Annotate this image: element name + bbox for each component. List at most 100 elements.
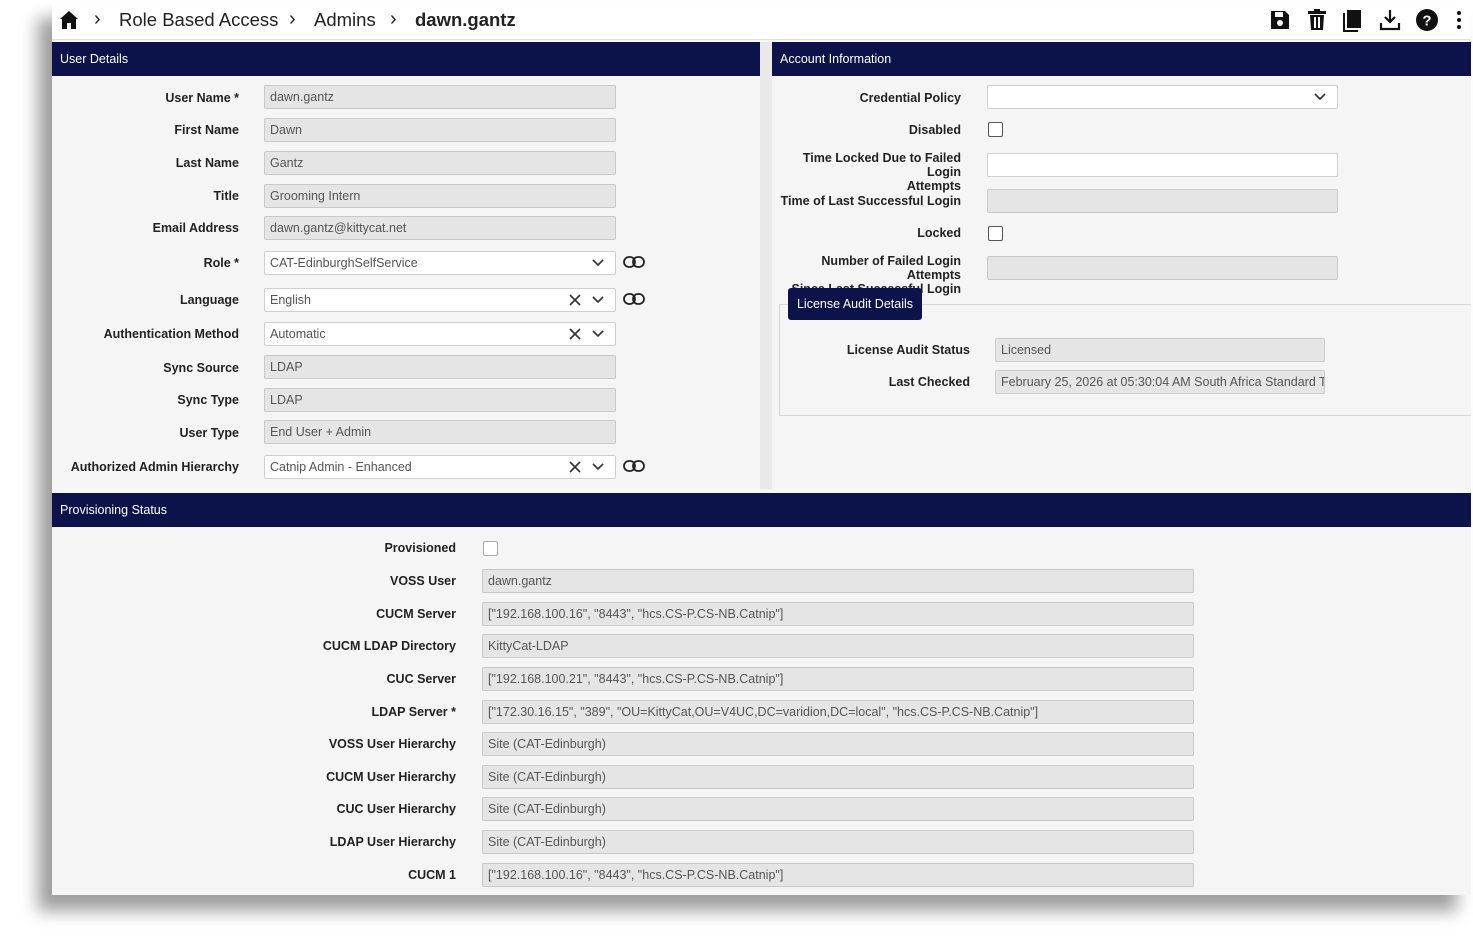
more-icon[interactable] [1452, 8, 1466, 32]
chevron-right-icon: › [390, 8, 397, 30]
sync-source-field[interactable]: LDAP [264, 355, 616, 379]
admin-hierarchy-label: Authorized Admin Hierarchy [70, 460, 239, 474]
clear-icon[interactable] [568, 460, 582, 474]
credential-policy-select[interactable] [987, 85, 1338, 109]
first-name-field[interactable]: Dawn [264, 118, 616, 142]
panel-divider [760, 42, 772, 489]
cucm-ldap-directory-label: CUCM LDAP Directory [322, 639, 456, 653]
link-icon[interactable] [623, 255, 645, 269]
user-name-label: User Name * [165, 91, 239, 105]
link-icon[interactable] [623, 459, 645, 473]
home-icon[interactable] [59, 10, 79, 30]
auth-method-select[interactable]: Automatic [264, 322, 616, 346]
role-label: Role * [203, 256, 239, 270]
cucm-user-hierarchy-label: CUCM User Hierarchy [326, 770, 456, 784]
last-name-label: Last Name [175, 156, 239, 170]
delete-icon[interactable] [1305, 8, 1329, 32]
admin-hierarchy-select[interactable]: Catnip Admin - Enhanced [264, 455, 616, 479]
last-name-field[interactable]: Gantz [264, 151, 616, 175]
language-value: English [270, 293, 311, 307]
cucm-ldap-directory-field[interactable]: KittyCat-LDAP [482, 634, 1194, 658]
cuc-server-label: CUC Server [386, 672, 456, 686]
failed-attempts-label-line1: Number of Failed Login Attempts [821, 254, 961, 282]
admin-hierarchy-value: Catnip Admin - Enhanced [270, 460, 412, 474]
voss-user-label: VOSS User [389, 574, 456, 588]
auth-method-value: Automatic [270, 327, 326, 341]
last-checked-field[interactable]: February 25, 2026 at 05:30:04 AM South A… [995, 370, 1325, 394]
title-field[interactable]: Grooming Intern [264, 184, 616, 208]
clear-icon[interactable] [568, 293, 582, 307]
credential-policy-label: Credential Policy [859, 91, 961, 105]
language-label: Language [179, 293, 239, 307]
user-type-label: User Type [179, 426, 239, 440]
chevron-down-icon[interactable] [1313, 91, 1327, 103]
license-audit-status-field[interactable]: Licensed [995, 338, 1325, 362]
email-label: Email Address [152, 221, 239, 235]
admin-detail-window: › Role Based Access › Admins › dawn.gant… [52, 2, 1471, 895]
email-field[interactable]: dawn.gantz@kittycat.net [264, 216, 616, 240]
account-info-header: Account Information [772, 42, 1471, 76]
license-audit-status-label: License Audit Status [846, 343, 970, 357]
cuc-server-field[interactable]: ["192.168.100.21", "8443", "hcs.CS-P.CS-… [482, 667, 1194, 691]
chevron-down-icon[interactable] [591, 328, 605, 340]
link-icon[interactable] [623, 292, 645, 306]
provisioned-label: Provisioned [384, 541, 456, 555]
help-icon[interactable]: ? [1415, 8, 1439, 32]
license-audit-details-tab[interactable]: License Audit Details [788, 288, 922, 320]
cucm-1-label: CUCM 1 [408, 868, 456, 882]
voss-user-field[interactable]: dawn.gantz [482, 569, 1194, 593]
time-locked-label-line1: Time Locked Due to Failed Login [802, 151, 961, 179]
locked-label: Locked [917, 226, 961, 240]
cucm-1-field[interactable]: ["192.168.100.16", "8443", "hcs.CS-P.CS-… [482, 863, 1194, 887]
cuc-user-hierarchy-label: CUC User Hierarchy [336, 802, 457, 816]
breadcrumb-role-based-access[interactable]: Role Based Access [119, 9, 278, 31]
locked-checkbox[interactable] [988, 226, 1003, 241]
voss-user-hierarchy-label: VOSS User Hierarchy [328, 737, 456, 751]
last-checked-label: Last Checked [888, 375, 970, 389]
user-details-header: User Details [52, 42, 760, 76]
sync-source-label: Sync Source [163, 361, 239, 375]
save-icon[interactable] [1268, 8, 1292, 32]
breadcrumb-current-user: dawn.gantz [415, 9, 516, 30]
first-name-label: First Name [174, 123, 239, 137]
chevron-right-icon: › [94, 8, 101, 30]
clone-icon[interactable] [1341, 8, 1365, 32]
chevron-down-icon[interactable] [591, 461, 605, 473]
sync-type-field[interactable]: LDAP [264, 388, 616, 412]
clear-icon[interactable] [568, 327, 582, 341]
sync-type-label: Sync Type [177, 393, 239, 407]
ldap-user-hierarchy-label: LDAP User Hierarchy [329, 835, 456, 849]
time-locked-field[interactable] [987, 153, 1338, 177]
cucm-server-label: CUCM Server [376, 607, 456, 621]
cuc-user-hierarchy-field[interactable]: Site (CAT-Edinburgh) [482, 797, 1194, 821]
failed-attempts-field[interactable] [987, 256, 1338, 280]
ldap-server-label: LDAP Server * [371, 705, 456, 719]
title-label: Title [213, 189, 239, 203]
disabled-label: Disabled [908, 123, 961, 137]
last-login-label: Time of Last Successful Login [780, 194, 961, 208]
time-locked-label-line2: Attempts [906, 179, 961, 193]
breadcrumb-admins[interactable]: Admins [314, 9, 376, 31]
language-select[interactable]: English [264, 288, 616, 312]
time-locked-label: Time Locked Due to Failed Login Attempts [772, 151, 961, 193]
svg-text:?: ? [1422, 13, 1431, 30]
ldap-user-hierarchy-field[interactable]: Site (CAT-Edinburgh) [482, 830, 1194, 854]
role-select[interactable]: CAT-EdinburghSelfService [264, 251, 616, 275]
chevron-down-icon[interactable] [591, 294, 605, 306]
top-bar: › Role Based Access › Admins › dawn.gant… [52, 2, 1471, 40]
download-icon[interactable] [1378, 8, 1402, 32]
last-login-field[interactable] [987, 189, 1338, 213]
ldap-server-field[interactable]: ["172.30.16.15", "389", "OU=KittyCat,OU=… [482, 700, 1194, 724]
user-name-field[interactable]: dawn.gantz [264, 85, 616, 109]
user-type-field[interactable]: End User + Admin [264, 420, 616, 444]
cucm-user-hierarchy-field[interactable]: Site (CAT-Edinburgh) [482, 765, 1194, 789]
role-value: CAT-EdinburghSelfService [270, 256, 418, 270]
chevron-right-icon: › [289, 8, 296, 30]
chevron-down-icon[interactable] [591, 257, 605, 269]
auth-method-label: Authentication Method [103, 327, 239, 341]
provisioned-checkbox[interactable] [483, 541, 498, 556]
provisioning-status-header: Provisioning Status [52, 493, 1471, 527]
voss-user-hierarchy-field[interactable]: Site (CAT-Edinburgh) [482, 732, 1194, 756]
disabled-checkbox[interactable] [988, 122, 1003, 137]
cucm-server-field[interactable]: ["192.168.100.16", "8443", "hcs.CS-P.CS-… [482, 602, 1194, 626]
